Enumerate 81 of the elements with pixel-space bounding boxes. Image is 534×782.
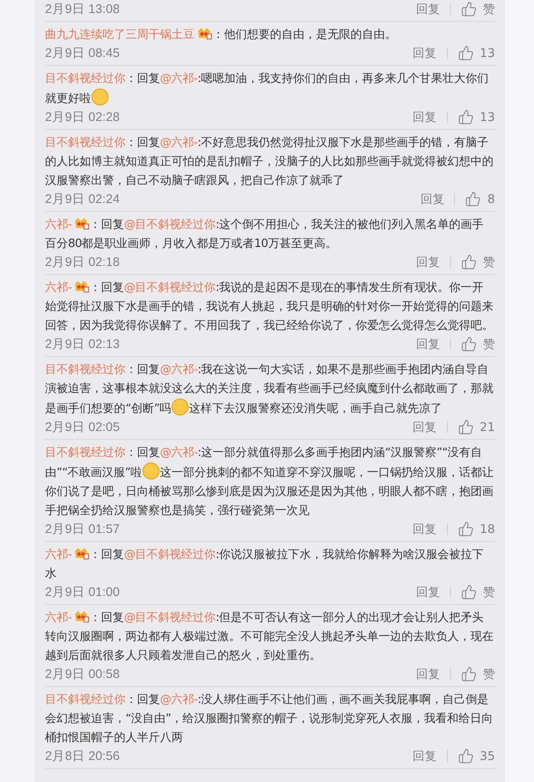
- reply-link[interactable]: 回复: [412, 418, 437, 436]
- thumbs-up-icon: [458, 109, 474, 125]
- comment-date: 2月8日 20:56: [45, 748, 121, 764]
- like-button[interactable]: 35: [458, 748, 495, 764]
- like-button[interactable]: 13: [458, 45, 495, 61]
- comment-date: 2月9日 01:00: [45, 584, 121, 600]
- comment-date: 2月9日 01:57: [45, 520, 121, 538]
- comment-text: 曲九九连续吃了三周干锅土豆 ：他们想要的自由，是无限的自由。: [45, 25, 398, 43]
- crown-badge-icon: [72, 546, 89, 560]
- reply-link[interactable]: 回复: [416, 254, 440, 270]
- like-button[interactable]: 赞: [461, 0, 495, 18]
- mention-link[interactable]: @目不斜视经过你: [124, 280, 216, 294]
- like-button[interactable]: 赞: [461, 584, 495, 600]
- author-link[interactable]: 目不斜视经过你: [45, 362, 126, 376]
- crown-badge-icon: [72, 279, 89, 293]
- like-button[interactable]: 21: [458, 419, 495, 435]
- comment-date: 2月9日 13:08: [45, 0, 121, 18]
- comment-date: 2月9日 02:24: [45, 190, 121, 208]
- thumbs-up-icon: [461, 666, 477, 682]
- like-button[interactable]: 13: [458, 109, 495, 125]
- comment-text: 目不斜视经过你：回复@六祁-:这一部分就值得那么多画手抱团内涵“汉服警察”“没有自由”“不敢画汉服”啦 这一部分挑刺的都不知道穿不穿汉服呢，一口锅扔给汉服，话都让你们说了是吧，日向桶被骂那么惨到底是因为汉服还是因为其他，明眼人都不瞎，抱团画手把锅全扔给汉服警察也是搞笑，强行碰瓷第一次见: [45, 444, 494, 519]
- reply-link[interactable]: 回复: [416, 0, 440, 18]
- like-button[interactable]: 赞: [461, 254, 495, 270]
- author-link[interactable]: 六祁-: [45, 610, 72, 624]
- like-button[interactable]: 赞: [461, 666, 495, 682]
- author-link[interactable]: 六祁-: [45, 280, 72, 294]
- thumbs-up-icon: [458, 748, 474, 764]
- thumbs-up-icon: [461, 336, 477, 352]
- mention-link[interactable]: @六祁-: [160, 71, 198, 85]
- reply-link[interactable]: 回复: [416, 584, 440, 600]
- comment-text: 目不斜视经过你：回复@六祁-:我在这说一句大实话，如果不是那些画手抱团内涵自导自演被迫害，这事根本就没这么大的关注度，我看有些画手已经疯魔到什么都敢画了，那就是画手们想要的“创断”吗 这样下去汉服警察还没消失呢，画手自己就先凉了: [45, 361, 494, 418]
- reply-link[interactable]: 回复: [416, 336, 440, 352]
- author-link[interactable]: 六祁-: [45, 217, 72, 231]
- comment-date: 2月9日 02:13: [45, 336, 121, 352]
- comment-text: 目不斜视经过你：回复@六祁-:嗯嗯加油，我支持你们的自由，再多来几个甘果壮大你们就更好啦: [45, 70, 490, 108]
- reply-link[interactable]: 回复: [412, 748, 437, 764]
- mention-link[interactable]: @六祁-: [160, 135, 198, 149]
- reply-link[interactable]: 回复: [412, 44, 437, 62]
- mention-link[interactable]: @目不斜视经过你: [124, 610, 216, 624]
- comment-text: 六祁- ：回复@目不斜视经过你:你说汉服被拉下水，我就给你解释为啥汉服会被拉下水: [45, 545, 485, 582]
- mention-link[interactable]: @目不斜视经过你: [124, 547, 216, 561]
- thumbs-up-icon: [458, 45, 474, 61]
- emoji-icon: [170, 398, 189, 416]
- crown-badge-icon: [72, 216, 89, 230]
- thumbs-up-icon: [461, 1, 477, 17]
- reply-link[interactable]: 回复: [412, 108, 437, 126]
- comment-date: 2月9日 02:05: [45, 418, 121, 436]
- emoji-icon: [91, 88, 109, 106]
- mention-link[interactable]: @六祁-: [160, 362, 198, 376]
- comment-text: 目不斜视经过你：回复@六祁-:不好意思我仍然觉得扯汉服下水是那些画手的错，有脑子的人比如博主就知道真正可怕的是乱扣帽子，没脑子的人比如那些画手就觉得被幻想中的汉服警察出警，自己不动脑子瞎跟风，把自己作凉了就乖了: [45, 134, 494, 189]
- thumbs-up-icon: [458, 521, 474, 537]
- mention-link[interactable]: @目不斜视经过你: [124, 217, 216, 231]
- author-link[interactable]: 目不斜视经过你: [45, 692, 126, 706]
- emoji-icon: [142, 462, 160, 480]
- author-link[interactable]: 目不斜视经过你: [45, 445, 126, 459]
- author-link[interactable]: 六祁-: [45, 547, 72, 561]
- comment-date: 2月9日 00:58: [45, 666, 121, 682]
- mention-link[interactable]: @六祁-: [160, 445, 198, 459]
- author-link[interactable]: 目不斜视经过你: [45, 71, 126, 85]
- like-button[interactable]: 18: [458, 521, 495, 537]
- crown-badge-icon: [72, 609, 89, 623]
- author-link[interactable]: 目不斜视经过你: [45, 135, 126, 149]
- crown-badge-icon: [196, 26, 212, 40]
- comment-text: 六祁- ：回复@目不斜视经过你:这个倒不用担心，我关注的被他们列入黑名单的画手百分80都是职业画师，月收入都是万或者10万甚至更高。: [45, 215, 485, 252]
- thumbs-up-icon: [461, 584, 477, 600]
- comment-text: 六祁- ：回复@目不斜视经过你:但是不可否认有这一部分人的出现才会让别人把矛头转向汉服圈啊，两边都有人极端过激。不可能完全没人挑起矛头单一边的去欺负人，现在越到后面就很多人只顾着发泄自己的怒火，到处重伤。: [45, 608, 494, 664]
- comment-date: 2月9日 02:18: [45, 254, 121, 270]
- thumbs-up-icon: [458, 419, 474, 435]
- comment-text: 六祁- ：回复@目不斜视经过你:我说的是起因不是现在的事情发生所有现状。你一开始觉得扯汉服下水是画手的错，我说有人挑起，我只是明确的针对你一开始觉得的问题来回答，因为我觉得你误解了。不用回我了，我已经给你说了，你爱怎么觉得怎么觉得吧。: [45, 278, 494, 334]
- mention-link[interactable]: @六祁-: [160, 692, 198, 706]
- reply-link[interactable]: 回复: [416, 666, 440, 682]
- thumbs-up-icon: [465, 191, 482, 207]
- like-button[interactable]: 赞: [461, 336, 495, 352]
- like-button[interactable]: 8: [465, 191, 495, 207]
- reply-link[interactable]: 回复: [412, 520, 437, 538]
- thumbs-up-icon: [461, 254, 477, 270]
- comment-date: 2月9日 02:28: [45, 108, 121, 126]
- author-link[interactable]: 曲九九连续吃了三周干锅土豆: [45, 27, 194, 41]
- reply-link[interactable]: 回复: [420, 190, 444, 208]
- comment-text: 目不斜视经过你：回复@六祁-:没人绑住画手不让他们画，画不画关我屁事啊，自己倒是会幻想被迫害，“没自由”，给汉服圈扣警察的帽子，说形制党穿死人衣服，我看和给日向桶扣恨国帽子的人半斤八两: [45, 691, 494, 746]
- comment-date: 2月9日 08:45: [45, 44, 121, 62]
